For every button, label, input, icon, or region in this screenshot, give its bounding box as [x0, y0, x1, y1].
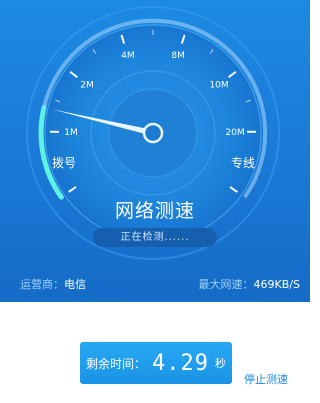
status-text: 正在检测......	[93, 228, 217, 247]
speed-gauge: 1M 2M 4M 8M 10M 20M 拨号 专线	[26, 6, 280, 260]
tick-label: 4M	[121, 51, 135, 61]
max-speed-label: 最大网速：	[198, 278, 254, 291]
tick-label: 2M	[80, 80, 94, 90]
carrier-label: 运营商：	[20, 278, 64, 291]
remaining-time-unit: 秒	[215, 357, 226, 370]
remaining-time-label: 剩余时间：	[86, 356, 147, 371]
leased-line-label: 专线	[231, 155, 255, 170]
dialup-label: 拨号	[52, 156, 76, 170]
remaining-time-button[interactable]: 剩余时间： 4.29 秒	[80, 342, 232, 384]
control-area: 剩余时间： 4.29 秒 停止测速	[0, 302, 310, 403]
max-speed-value: 469KB/S	[253, 278, 300, 291]
stop-test-link[interactable]: 停止测速	[244, 371, 288, 387]
info-row: 运营商：电信 最大网速：469KB/S	[0, 272, 310, 294]
tick-label: 20M	[225, 128, 244, 138]
tick-label: 10M	[209, 80, 228, 90]
gauge-panel: 1M 2M 4M 8M 10M 20M 拨号 专线 网络测速 正在检测...... 运营商…	[0, 0, 310, 302]
remaining-time-value: 4.29	[152, 350, 209, 376]
carrier-info: 运营商：电信	[20, 276, 86, 292]
tick-label: 1M	[64, 128, 78, 138]
speed-test-window: 1M 2M 4M 8M 10M 20M 拨号 专线 网络测速 正在检测...... 运营商…	[0, 0, 310, 403]
needle-hub	[142, 122, 164, 144]
max-speed-info: 最大网速：469KB/S	[199, 276, 300, 292]
page-title: 网络测速	[114, 200, 195, 222]
carrier-value: 电信	[64, 278, 86, 291]
tick-label: 8M	[171, 51, 185, 61]
